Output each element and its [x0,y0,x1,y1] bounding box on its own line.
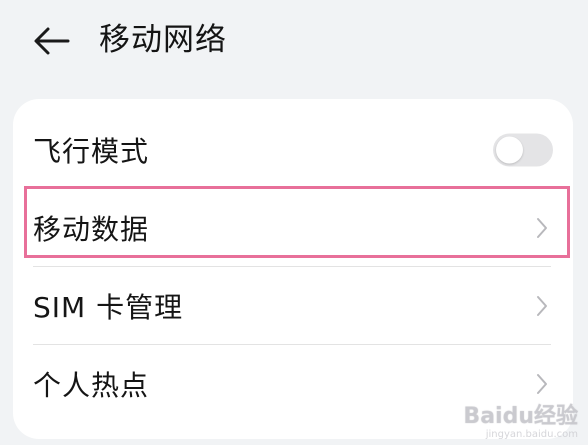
watermark-brand: Baidu经验 [463,404,578,429]
chevron-right-icon [535,216,549,240]
settings-row-sim-management[interactable]: SIM 卡管理 [13,267,573,345]
row-label-airplane-mode: 飞行模式 [33,135,150,168]
airplane-mode-toggle[interactable] [493,133,553,167]
header-bar: 移动网络 [0,0,588,84]
chevron-right-icon [535,294,549,318]
arrow-left-icon [30,22,72,60]
settings-row-airplane-mode[interactable]: 飞行模式 [13,111,573,189]
page-title: 移动网络 [99,22,227,58]
back-button[interactable] [30,22,72,60]
toggle-knob [496,136,523,164]
watermark-site: jingyan.baidu.com [485,429,578,440]
row-label-personal-hotspot: 个人热点 [33,369,150,402]
row-label-mobile-data: 移动数据 [33,213,150,246]
row-label-sim-management: SIM 卡管理 [33,291,184,324]
settings-row-mobile-data[interactable]: 移动数据 [13,189,573,267]
chevron-right-icon [535,372,549,396]
settings-card: 飞行模式 移动数据 SIM 卡管理 个人热点 [13,99,573,439]
baidu-watermark: Baidu经验 jingyan.baidu.com [463,405,578,441]
